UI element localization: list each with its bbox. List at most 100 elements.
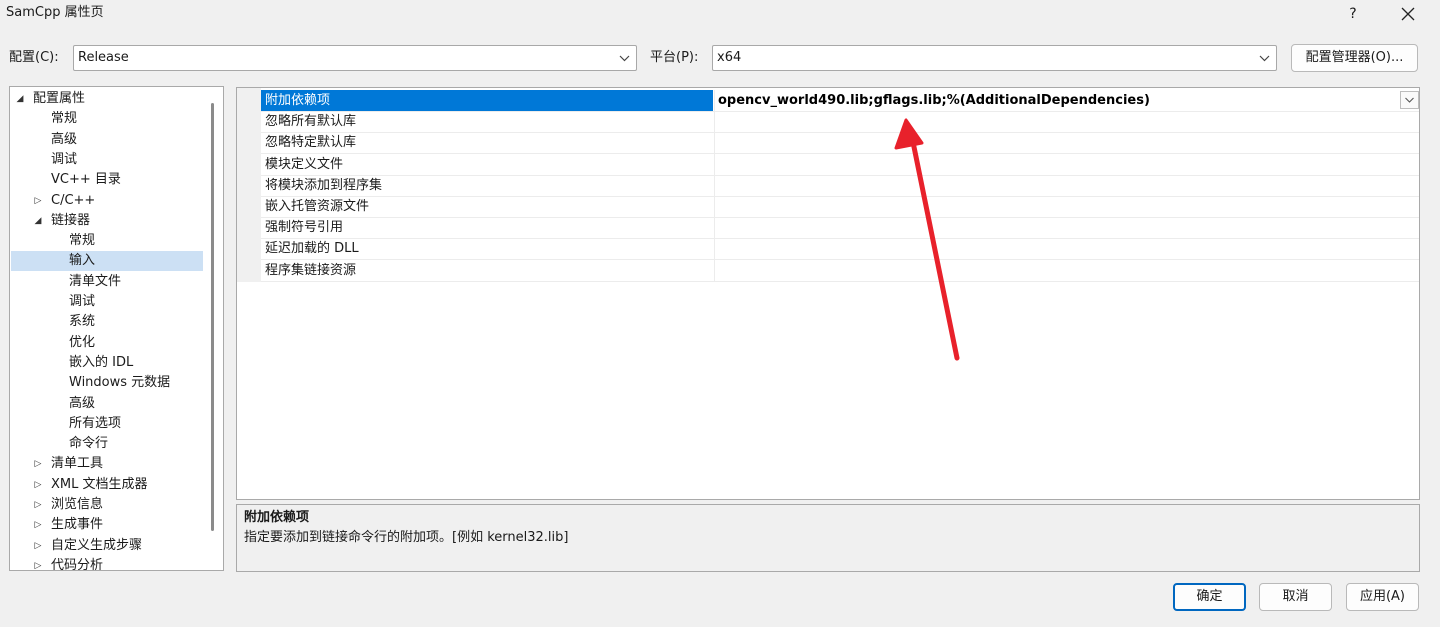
tree-item[interactable]: ▷ 浏览信息 [11,495,203,515]
collapsed-triangle-icon[interactable]: ▷ [33,191,43,211]
window-title: SamCpp 属性页 [6,5,104,20]
property-row[interactable]: 忽略特定默认库 [261,132,1419,155]
property-row[interactable]: 延迟加载的 DLL [261,238,1419,261]
tree-item-label: Windows 元数据 [69,375,171,391]
platform-select[interactable]: x64 [712,45,1277,71]
property-name[interactable]: 忽略特定默认库 [261,132,713,153]
property-grid: 附加依赖项 opencv_world490.lib;gflags.lib;%(Ad… [236,87,1420,500]
property-value[interactable] [714,111,1419,133]
description-title: 附加依赖项 [244,510,310,525]
value-dropdown-button[interactable] [1400,91,1419,109]
collapsed-triangle-icon[interactable]: ▷ [33,536,43,556]
tree-item[interactable]: ◢ 链接器 [11,211,203,231]
config-select-value: Release [78,50,129,65]
expanded-triangle-icon[interactable]: ◢ [33,211,43,231]
property-value[interactable] [714,238,1419,260]
property-name[interactable]: 程序集链接资源 [261,260,713,281]
tree-item[interactable]: ▷ 清单工具 [11,454,203,474]
tree-item-label: XML 文档生成器 [51,476,148,492]
collapsed-triangle-icon[interactable]: ▷ [33,475,43,495]
tree-item[interactable]: 高级 [11,130,203,150]
tree-item-label: 优化 [69,334,96,350]
tree-item[interactable]: ▷ C/C++ [11,191,203,211]
tree-item[interactable]: 命令行 [11,434,203,454]
tree-item-label: 调试 [51,151,78,167]
tree-item[interactable]: 清单文件 [11,272,203,292]
chevron-down-icon [1259,55,1270,62]
tree-item[interactable]: ▷ XML 文档生成器 [11,475,203,495]
property-tree[interactable]: ◢ 配置属性 常规 高级 调试 VC++ 目录 ▷ C/C++ ◢ 链接器 常规 输入 清单文件 调试 系统… [9,86,224,571]
ok-button[interactable]: 确定 [1173,583,1246,611]
tree-item-label: 清单文件 [69,273,122,289]
config-manager-button[interactable]: 配置管理器(O)... [1291,44,1418,72]
property-name[interactable]: 将模块添加到程序集 [261,175,713,196]
tree-item[interactable]: 优化 [11,333,203,353]
property-value[interactable] [714,132,1419,154]
tree-item[interactable]: 高级 [11,394,203,414]
tree-item-label: 清单工具 [51,456,104,472]
close-button[interactable] [1390,2,1426,26]
tree-item-label: 常规 [69,233,96,249]
property-row[interactable]: 强制符号引用 [261,217,1419,240]
tree-item[interactable]: 输入 [11,251,203,272]
expanded-triangle-icon[interactable]: ◢ [15,89,25,109]
apply-button[interactable]: 应用(A) [1346,583,1419,611]
property-row[interactable]: 嵌入托管资源文件 [261,196,1419,218]
property-row[interactable]: 程序集链接资源 [261,259,1419,282]
cancel-button[interactable]: 取消 [1259,583,1332,611]
tree-item[interactable]: VC++ 目录 [11,170,203,190]
description-text: 指定要添加到链接命令行的附加项。[例如 kernel32.lib] [244,530,569,545]
tree-item-label: 生成事件 [51,517,104,533]
tree-item-label: 常规 [51,111,78,127]
property-value[interactable] [714,153,1419,175]
property-value[interactable]: opencv_world490.lib;gflags.lib;%(Additio… [714,90,1419,111]
collapsed-triangle-icon[interactable]: ▷ [33,515,43,535]
property-value[interactable] [714,217,1419,239]
property-name[interactable]: 模块定义文件 [261,154,713,175]
tree-item[interactable]: 调试 [11,150,203,170]
collapsed-triangle-icon[interactable]: ▷ [33,454,43,474]
tree-item-label: 浏览信息 [51,497,104,512]
property-value[interactable] [714,196,1419,217]
tree-item[interactable]: ▷ 代码分析 [11,556,203,570]
tree-item-label: 所有选项 [69,415,122,431]
collapsed-triangle-icon[interactable]: ▷ [33,495,43,515]
tree-item[interactable]: ▷ 生成事件 [11,515,203,535]
property-name[interactable]: 强制符号引用 [261,217,713,238]
tree-item-label: 嵌入的 IDL [69,354,134,370]
platform-label: 平台(P): [650,50,699,65]
tree-item-label: VC++ 目录 [51,172,121,188]
tree-item[interactable]: 所有选项 [11,414,203,434]
property-name[interactable]: 延迟加载的 DLL [261,238,713,259]
property-row[interactable]: 模块定义文件 [261,153,1419,176]
property-name[interactable]: 忽略所有默认库 [261,111,713,132]
tree-item[interactable]: 系统 [11,312,203,332]
tree-item[interactable]: Windows 元数据 [11,373,203,393]
property-row[interactable]: 将模块添加到程序集 [261,174,1419,197]
tree-item[interactable]: ◢ 配置属性 [11,89,203,109]
tree-item[interactable]: 常规 [11,231,203,251]
help-button[interactable]: ? [1336,2,1370,26]
property-row[interactable]: 附加依赖项 opencv_world490.lib;gflags.lib;%(Ad… [261,90,1419,112]
property-value[interactable] [714,174,1419,196]
tree-item-label: 输入 [69,253,96,269]
tree-item[interactable]: 常规 [11,109,203,129]
property-name[interactable]: 附加依赖项 [261,90,713,111]
description-panel: 附加依赖项 指定要添加到链接命令行的附加项。[例如 kernel32.lib] [236,504,1420,572]
property-value[interactable] [714,259,1419,281]
tree-item[interactable]: 调试 [11,292,203,312]
title-bar: SamCpp 属性页 ? [0,0,1440,30]
tree-item-label: 高级 [51,131,78,147]
grid-gutter [237,88,261,282]
tree-item[interactable]: ▷ 自定义生成步骤 [11,536,203,556]
collapsed-triangle-icon[interactable]: ▷ [33,556,43,570]
tree-item-label: 调试 [69,294,96,309]
config-select[interactable]: Release [73,45,637,71]
tree-item-label: 命令行 [69,436,109,452]
property-name[interactable]: 嵌入托管资源文件 [261,196,713,217]
tree-scrollbar[interactable] [211,103,214,531]
property-row[interactable]: 忽略所有默认库 [261,111,1419,134]
platform-select-value: x64 [717,50,742,65]
property-value-text: opencv_world490.lib;gflags.lib;%(Additio… [718,93,1150,108]
tree-item[interactable]: 嵌入的 IDL [11,353,203,373]
